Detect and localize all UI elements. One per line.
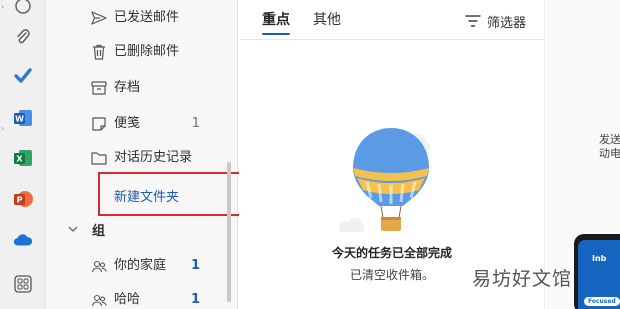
more-apps-icon[interactable]	[13, 274, 33, 294]
folder-item-conversation-history[interactable]: 对话历史记录	[46, 146, 226, 170]
svg-text:P: P	[17, 196, 23, 205]
new-folder-label: 新建文件夹	[114, 190, 180, 205]
folder-label: 已发送邮件	[114, 10, 180, 25]
group-label: 哈哈	[114, 292, 141, 307]
new-folder-button[interactable]: 新建文件夹	[98, 172, 242, 216]
app-rail: › › W X P	[0, 0, 46, 309]
word-expand-arrow-icon: ›	[1, 124, 5, 133]
folder-label: 已删除邮件	[114, 44, 180, 59]
folder-item-archive[interactable]: 存档	[46, 76, 226, 100]
folder-item-deleted[interactable]: 已删除邮件	[46, 40, 226, 64]
group-unread-count: 1	[190, 258, 200, 273]
excel-app-icon[interactable]: X	[13, 148, 33, 168]
expand-arrow-icon[interactable]: ›	[1, 2, 7, 12]
message-list-pane: 重点 其他 筛选器 今天的任务已全部完成 已清空收件箱。	[239, 0, 545, 309]
watermark: 易坊好文馆	[472, 268, 573, 290]
folder-count: 1	[191, 116, 200, 131]
filter-icon	[465, 15, 481, 27]
tab-focused-label: 重点	[262, 12, 290, 28]
folder-pane: 已发送邮件 已删除邮件 存档 便笺 1 对话历史记录 新建文件夹 组 你的家庭 …	[46, 0, 242, 309]
folder-icon	[91, 152, 107, 165]
empty-state-title: 今天的任务已全部完成	[331, 246, 452, 260]
reading-pane: 发送 动电 Inb Focused	[546, 0, 620, 309]
phone-screen: Inb Focused	[578, 240, 620, 309]
phone-illustration: Inb Focused	[574, 234, 620, 309]
folder-label: 对话历史记录	[114, 150, 193, 165]
tab-other[interactable]: 其他	[313, 11, 341, 29]
groups-header-label: 组	[92, 224, 106, 239]
word-app-icon[interactable]: W	[13, 108, 33, 128]
folder-item-notes[interactable]: 便笺 1	[46, 112, 226, 136]
group-label: 你的家庭	[114, 258, 167, 273]
mail-app-icon[interactable]	[13, 0, 33, 16]
svg-text:W: W	[15, 115, 24, 124]
note-icon	[92, 117, 106, 131]
group-unread-count: 1	[190, 292, 200, 307]
chevron-down-icon	[68, 226, 78, 232]
send-icon	[91, 11, 107, 25]
onedrive-app-icon[interactable]	[13, 230, 33, 250]
filter-label: 筛选器	[487, 15, 527, 31]
folder-label: 便笺	[114, 116, 141, 131]
phone-inbox-label: Inb	[592, 254, 607, 263]
attachment-icon[interactable]	[13, 27, 33, 47]
folder-item-sent[interactable]: 已发送邮件	[46, 6, 226, 30]
filter-button[interactable]: 筛选器	[465, 12, 527, 31]
people-icon	[91, 260, 107, 273]
svg-text:X: X	[16, 155, 23, 164]
phone-focused-pill: Focused	[584, 297, 620, 306]
promo-text-line: 动电	[599, 147, 620, 160]
tab-focused[interactable]: 重点	[262, 11, 290, 35]
archive-icon	[91, 81, 107, 95]
todo-app-icon[interactable]	[13, 66, 33, 86]
group-item-family[interactable]: 你的家庭 1	[46, 254, 226, 278]
people-icon	[91, 294, 107, 307]
folder-pane-scrollbar[interactable]	[227, 162, 231, 302]
trash-icon	[93, 44, 105, 60]
active-tab-indicator	[262, 33, 290, 35]
hot-air-balloon-illustration	[338, 128, 431, 232]
group-item-haha[interactable]: 哈哈 1	[46, 288, 226, 309]
folder-label: 存档	[114, 80, 141, 95]
powerpoint-app-icon[interactable]: P	[13, 189, 33, 209]
tab-other-label: 其他	[313, 12, 341, 28]
divider	[239, 39, 544, 40]
